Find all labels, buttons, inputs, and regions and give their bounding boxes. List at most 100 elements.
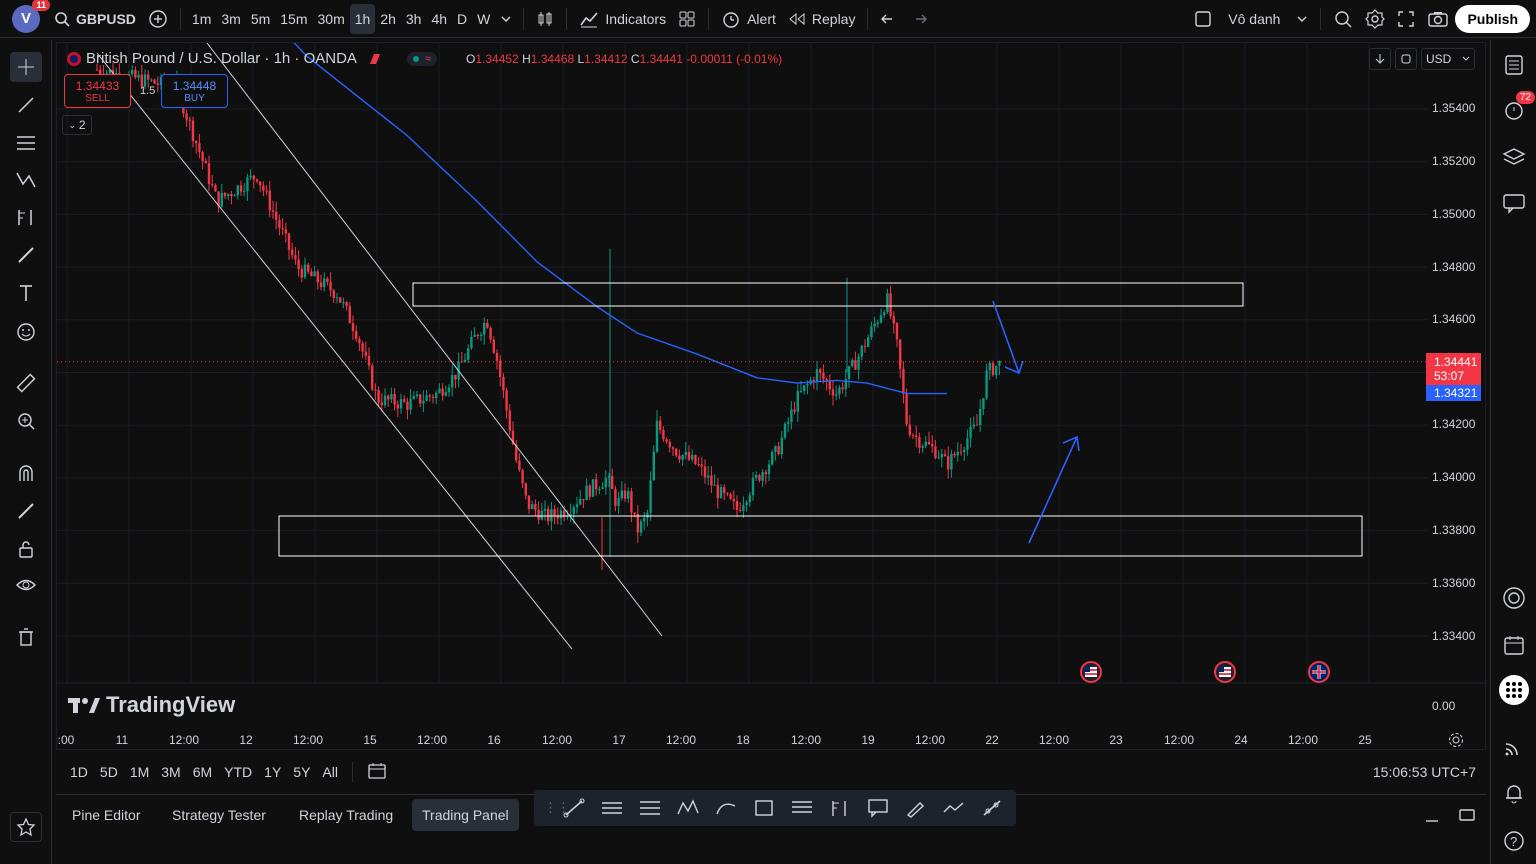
redo-button[interactable] — [904, 4, 934, 34]
brush-tool[interactable] — [10, 240, 42, 270]
magnet-tool[interactable] — [10, 458, 42, 488]
us-event-flag-icon[interactable] — [1214, 661, 1236, 683]
tool-curve[interactable] — [708, 793, 744, 823]
pattern-tool[interactable] — [10, 165, 42, 195]
tab-trading-panel[interactable]: Trading Panel — [412, 799, 519, 831]
chart-pane[interactable] — [56, 42, 1487, 751]
zoom-tool[interactable] — [10, 406, 42, 436]
user-avatar[interactable]: V 11 — [12, 0, 50, 33]
uk-event-flag-icon[interactable] — [1308, 661, 1330, 683]
timeframe-15m[interactable]: 15m — [275, 4, 312, 34]
minimize-panel-button[interactable] — [1424, 809, 1440, 828]
object-tree-button[interactable] — [1499, 142, 1529, 172]
horizontal-lines-tool[interactable] — [10, 128, 42, 158]
layout-button[interactable]: Vô danh — [1188, 4, 1314, 34]
calendar-button[interactable] — [1499, 630, 1529, 660]
icon-tool[interactable] — [10, 317, 42, 347]
drag-handle-icon[interactable]: ⋮⋮ — [544, 800, 570, 816]
timeframe-4h[interactable]: 4h — [426, 4, 452, 34]
fullscreen-button[interactable] — [1391, 4, 1421, 34]
tool-channel[interactable] — [594, 793, 630, 823]
candles-icon — [538, 11, 552, 26]
hide-tool[interactable] — [10, 570, 42, 600]
measure-tool[interactable] — [10, 368, 42, 398]
notifications-button[interactable] — [1499, 778, 1529, 808]
lock-tool[interactable] — [10, 534, 42, 564]
refresh-button[interactable] — [1395, 48, 1417, 70]
publish-button[interactable]: Publish — [1455, 4, 1530, 33]
range-5d[interactable]: 5D — [94, 764, 124, 780]
us-event-flag-icon[interactable] — [1080, 661, 1102, 683]
chats-button[interactable] — [1499, 188, 1529, 218]
stay-drawing-tool[interactable] — [10, 496, 42, 526]
range-1d[interactable]: 1D — [64, 764, 94, 780]
timeframe-1h[interactable]: 1h — [349, 3, 376, 34]
timezone-clock[interactable]: 15:06:53 UTC+7 — [1373, 764, 1476, 780]
tool-parallel-channel[interactable] — [632, 793, 668, 823]
settings-button[interactable] — [1359, 4, 1391, 34]
timeframe-w[interactable]: W — [472, 4, 495, 34]
buy-button[interactable]: 1.34448 BUY — [161, 74, 228, 108]
timeframe-3h[interactable]: 3h — [401, 4, 427, 34]
remove-tool[interactable] — [10, 622, 42, 652]
text-tool[interactable] — [10, 278, 42, 308]
undo-button[interactable] — [874, 4, 904, 34]
symbol-search[interactable]: GBPUSD — [48, 4, 142, 34]
replay-button[interactable]: Replay — [782, 4, 862, 34]
tool-callout[interactable] — [860, 793, 896, 823]
hotlists-button[interactable] — [1499, 583, 1529, 613]
products-button[interactable] — [1499, 675, 1529, 705]
time-tick: 19 — [861, 733, 875, 747]
news-stream-button[interactable] — [1499, 732, 1529, 762]
tool-trendline[interactable] — [556, 793, 592, 823]
range-6m[interactable]: 6M — [187, 764, 218, 780]
tool-xabcd-pattern[interactable] — [670, 793, 706, 823]
snapshot-button[interactable] — [1421, 4, 1455, 34]
tool-text-lines[interactable] — [784, 793, 820, 823]
download-button[interactable] — [1369, 48, 1391, 70]
quick-search-button[interactable] — [1327, 4, 1359, 34]
tool-rectangle[interactable] — [746, 793, 782, 823]
alert-button[interactable]: Alert — [715, 4, 782, 34]
price-chart[interactable] — [57, 43, 1487, 751]
favorites-tool[interactable] — [10, 812, 42, 842]
maximize-panel-button[interactable] — [1458, 807, 1476, 826]
tab-replay-trading[interactable]: Replay Trading — [289, 799, 403, 831]
timeframe-3m[interactable]: 3m — [216, 4, 245, 34]
timeframe-30m[interactable]: 30m — [313, 4, 350, 34]
range-ytd[interactable]: YTD — [218, 764, 258, 780]
tab-pine-editor[interactable]: Pine Editor — [62, 799, 150, 831]
timeframe-d[interactable]: D — [452, 4, 472, 34]
tool-fib-retracement[interactable] — [822, 793, 858, 823]
goto-date-button[interactable] — [361, 762, 393, 783]
currency-select[interactable]: USD — [1421, 48, 1475, 70]
timeframe-dropdown[interactable] — [495, 4, 517, 34]
timeframe-1m[interactable]: 1m — [187, 4, 216, 34]
trend-line-tool[interactable] — [10, 90, 42, 120]
fib-tool[interactable] — [10, 202, 42, 232]
tab-strategy-tester[interactable]: Strategy Tester — [162, 799, 276, 831]
add-symbol-button[interactable] — [142, 4, 174, 34]
indicators-button[interactable]: Indicators — [573, 4, 672, 34]
tool-brush[interactable] — [898, 793, 934, 823]
timeframe-5m[interactable]: 5m — [246, 4, 275, 34]
range-3m[interactable]: 3M — [155, 764, 186, 780]
tool-ray[interactable] — [974, 793, 1010, 823]
range-all[interactable]: All — [316, 764, 344, 780]
axis-settings-button[interactable] — [1448, 732, 1464, 751]
market-status[interactable]: ≈ — [406, 51, 437, 66]
range-1y[interactable]: 1Y — [258, 764, 287, 780]
tool-path[interactable] — [936, 793, 972, 823]
range-5y[interactable]: 5Y — [287, 764, 316, 780]
range-1m[interactable]: 1M — [124, 764, 155, 780]
watchlist-button[interactable] — [1499, 50, 1529, 80]
alerts-button[interactable]: 72 — [1499, 91, 1535, 125]
chart-type-button[interactable] — [530, 4, 560, 34]
indicators-toggle[interactable]: ⌄ 2 — [62, 115, 92, 135]
timeframe-2h[interactable]: 2h — [375, 4, 401, 34]
templates-button[interactable] — [672, 4, 702, 34]
help-button[interactable]: ? — [1499, 826, 1529, 856]
crosshair-tool[interactable] — [10, 52, 42, 82]
sell-button[interactable]: 1.34433 SELL — [64, 74, 131, 108]
symbol-title[interactable]: British Pound / U.S. Dollar · 1h · OANDA — [86, 50, 357, 67]
